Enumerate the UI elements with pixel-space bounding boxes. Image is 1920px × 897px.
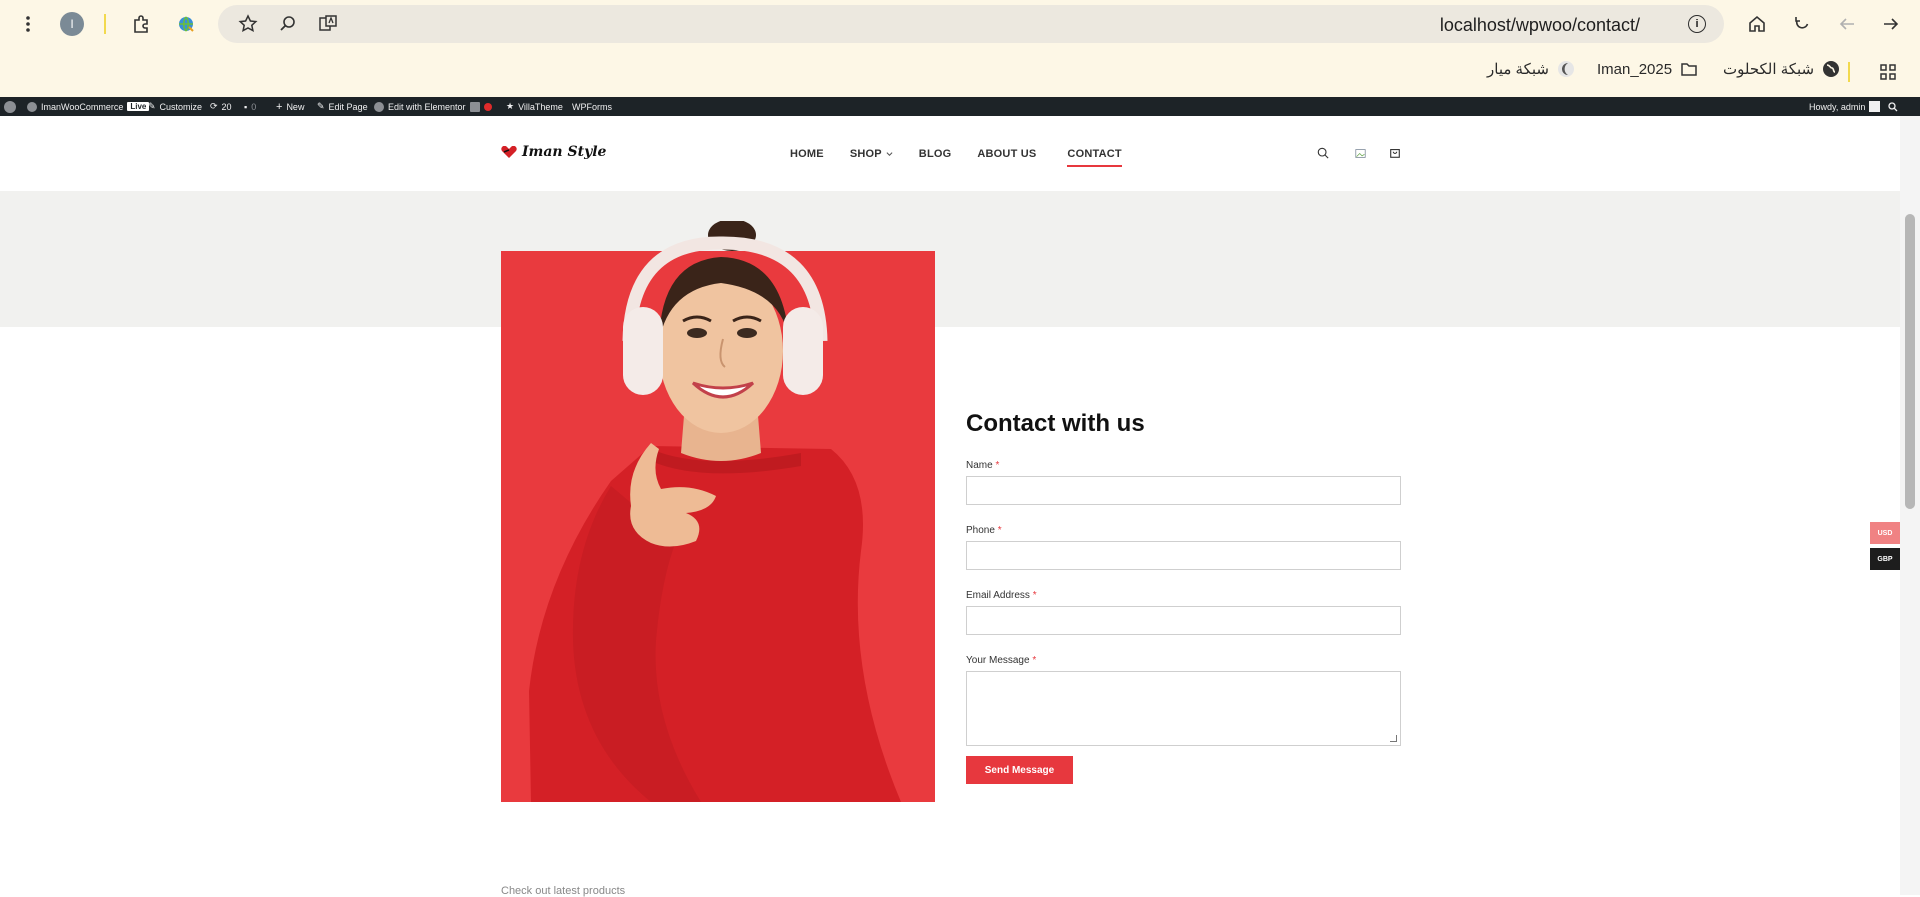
bookmark-label: شبكة الكحلوت bbox=[1723, 61, 1815, 78]
main-nav: HOME SHOP BLOG ABOUT US CONTACT bbox=[790, 116, 1123, 191]
site-info-icon[interactable]: i bbox=[1688, 15, 1706, 33]
plus-icon: + bbox=[276, 100, 283, 113]
admin-howdy[interactable]: Howdy, admin bbox=[1809, 97, 1881, 116]
hero-band bbox=[0, 191, 1900, 327]
currency-usd[interactable]: USD bbox=[1870, 522, 1900, 544]
bookmark-item[interactable]: شبكة الكحلوت bbox=[1723, 60, 1840, 78]
home-small-icon bbox=[27, 101, 37, 112]
broken-image-icon[interactable] bbox=[1353, 146, 1367, 160]
site-logo[interactable]: Iman Style bbox=[501, 144, 606, 160]
zoom-icon[interactable] bbox=[274, 10, 302, 38]
translate-icon[interactable] bbox=[314, 10, 342, 38]
required-asterisk: * bbox=[1032, 655, 1037, 666]
contact-form: Contact with us Name * Phone * Email Add… bbox=[966, 410, 1402, 784]
bookmark-label: Iman_2025 bbox=[1597, 60, 1673, 78]
bookmark-star-icon[interactable] bbox=[234, 10, 262, 38]
apps-grid-icon[interactable] bbox=[1874, 58, 1902, 86]
moon-icon bbox=[1557, 60, 1575, 78]
brush-icon: ✎ bbox=[148, 101, 156, 111]
required-asterisk: * bbox=[997, 525, 1002, 536]
email-label: Email Address * bbox=[966, 590, 1037, 601]
currency-gbp[interactable]: GBP bbox=[1870, 548, 1900, 570]
message-textarea[interactable] bbox=[966, 671, 1401, 746]
admin-new[interactable]: + New bbox=[276, 97, 304, 116]
admin-search-icon[interactable] bbox=[1888, 97, 1898, 116]
pencil-icon: ✎ bbox=[317, 101, 325, 111]
form-title: Contact with us bbox=[966, 410, 1145, 437]
elementor-icon bbox=[374, 101, 384, 112]
admin-edit-elementor[interactable]: Edit with Elementor bbox=[374, 97, 466, 116]
admin-wpforms[interactable]: WPForms bbox=[572, 97, 612, 116]
live-badge: Live bbox=[127, 102, 150, 111]
cart-icon[interactable] bbox=[1388, 146, 1402, 160]
avatar bbox=[1869, 101, 1881, 112]
send-message-button[interactable]: Send Message bbox=[966, 756, 1073, 784]
nav-home[interactable]: HOME bbox=[790, 148, 824, 160]
plugin-icon bbox=[470, 101, 480, 112]
bookmark-folder[interactable]: Iman_2025 bbox=[1597, 60, 1698, 78]
admin-customize[interactable]: ✎ Customize bbox=[148, 97, 202, 116]
wordpress-logo-icon[interactable] bbox=[4, 97, 16, 116]
browser-toolbar: I localhost/wpwoo/contact/ i bbox=[0, 0, 1920, 48]
updates-icon: ⟳ bbox=[210, 101, 218, 111]
nav-shop[interactable]: SHOP bbox=[850, 148, 893, 160]
site-header: Iman Style HOME SHOP BLOG ABOUT US CONTA… bbox=[0, 116, 1900, 191]
message-label: Your Message * bbox=[966, 655, 1037, 666]
menu-dots-icon[interactable] bbox=[14, 10, 42, 38]
phone-label: Phone * bbox=[966, 525, 1002, 536]
latest-products-teaser: Check out latest products bbox=[501, 885, 626, 897]
email-input[interactable] bbox=[966, 606, 1401, 635]
bookmarks-divider bbox=[1848, 62, 1850, 82]
bookmarks-bar: شبكة ميار Iman_2025 شبكة الكحلوت bbox=[0, 48, 1920, 97]
forward-arrow-icon[interactable] bbox=[1877, 10, 1905, 38]
bookmark-label: شبكة ميار bbox=[1487, 61, 1549, 78]
profile-avatar[interactable]: I bbox=[60, 12, 84, 36]
search-icon[interactable] bbox=[1316, 146, 1330, 160]
page-scrollbar[interactable] bbox=[1900, 116, 1920, 895]
download-manager-icon[interactable] bbox=[172, 10, 200, 38]
admin-site-name[interactable]: ImanWooCommerce Live bbox=[27, 97, 150, 116]
required-asterisk: * bbox=[995, 460, 1000, 471]
contact-photo bbox=[501, 221, 935, 802]
folder-icon bbox=[1680, 60, 1698, 78]
wp-admin-bar: ImanWooCommerce Live ✎ Customize ⟳ 20 ▪ … bbox=[0, 97, 1920, 116]
extensions-icon[interactable] bbox=[127, 10, 155, 38]
resize-handle-icon[interactable] bbox=[1390, 735, 1397, 742]
scrollbar-thumb[interactable] bbox=[1905, 214, 1915, 509]
comment-icon: ▪ bbox=[244, 101, 248, 112]
heart-logo-icon bbox=[501, 145, 517, 158]
admin-updates[interactable]: ⟳ 20 bbox=[210, 97, 232, 116]
name-input[interactable] bbox=[966, 476, 1401, 505]
browser-chrome: I localhost/wpwoo/contact/ i شبكة ميار I… bbox=[0, 0, 1920, 97]
home-icon[interactable] bbox=[1743, 10, 1771, 38]
nav-about[interactable]: ABOUT US bbox=[977, 148, 1036, 160]
bookmark-item[interactable]: شبكة ميار bbox=[1487, 60, 1575, 78]
chevron-down-icon bbox=[886, 152, 893, 156]
url-text: localhost/wpwoo/contact/ bbox=[1439, 15, 1640, 35]
admin-edit-page[interactable]: ✎ Edit Page bbox=[317, 97, 368, 116]
reload-icon[interactable] bbox=[1788, 10, 1816, 38]
required-asterisk: * bbox=[1032, 590, 1037, 601]
star-icon: ★ bbox=[506, 101, 515, 111]
address-bar[interactable]: localhost/wpwoo/contact/ i bbox=[218, 5, 1724, 43]
back-arrow-icon[interactable] bbox=[1833, 10, 1861, 38]
woman-headphones-illustration bbox=[529, 221, 901, 802]
nav-contact[interactable]: CONTACT bbox=[1067, 148, 1123, 167]
toolbar-divider bbox=[104, 14, 106, 34]
name-label: Name * bbox=[966, 460, 1000, 471]
admin-villatheme[interactable]: ★ VillaTheme bbox=[506, 97, 563, 116]
admin-comments[interactable]: ▪ 0 bbox=[244, 97, 256, 116]
record-dot-icon bbox=[484, 102, 492, 111]
admin-plugin-icon[interactable] bbox=[470, 97, 492, 116]
nav-blog[interactable]: BLOG bbox=[919, 148, 952, 160]
phone-input[interactable] bbox=[966, 541, 1401, 570]
globe-icon bbox=[1822, 60, 1840, 78]
